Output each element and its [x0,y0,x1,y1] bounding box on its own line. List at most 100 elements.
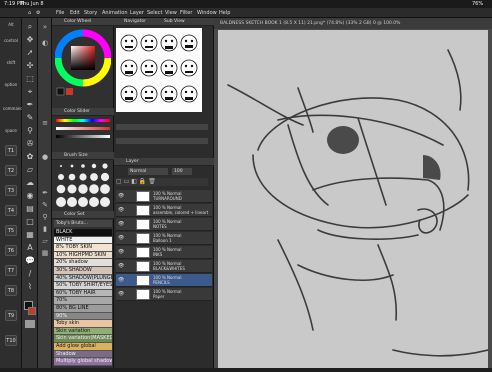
color-set-item[interactable]: 10% HIGHPMD SKIN [54,251,112,260]
layer-row[interactable]: 👁 100 % Normal BLACK&WHITES [116,260,212,273]
color-slider-icon[interactable]: ≡ [40,118,50,128]
layer-row[interactable]: 👁 100 % Normal assemble, colored + linear… [116,204,212,217]
shortcut-t1[interactable]: T1 [5,145,17,156]
layer-row[interactable]: 👁 100 % Normal Balloon 1 [116,232,212,245]
transparent-color-swatch[interactable] [25,320,35,328]
airbrush-icon[interactable]: ✇ [24,138,36,149]
frame-icon[interactable]: ▦ [24,229,36,240]
drawing-canvas[interactable] [218,30,489,368]
menu-home-icon[interactable]: ⌂ [28,10,31,16]
selection-icon[interactable]: ⬚ [24,73,36,84]
option-key[interactable]: option [3,82,19,87]
menu-select[interactable]: Select [147,10,162,16]
color-set-item[interactable]: 80% BG LINE [54,305,112,313]
expand-icon[interactable]: » [40,22,50,32]
visibility-eye-icon[interactable]: 👁 [118,277,124,283]
decoration-icon[interactable]: ✿ [24,151,36,162]
lock-icon[interactable]: 🔒 [139,178,146,185]
new-folder-icon[interactable]: ▭ [124,178,130,185]
menu-help[interactable]: Help [219,10,230,16]
visibility-eye-icon[interactable]: 👁 [118,291,124,297]
layer-row[interactable]: 👁 100 % Normal TURNAROUND [116,190,212,203]
brush-size-grid[interactable] [56,162,112,214]
brush-tool-icon[interactable]: ⚲ [40,212,50,222]
delete-icon[interactable]: 🗑 [148,178,156,185]
color-set-item[interactable]: Add glow global [54,343,112,351]
color-set-item[interactable]: Skin variation [54,327,112,336]
color-set-item[interactable]: 40% SHADOW(PLUNGE) [54,274,112,283]
gradient-icon[interactable]: ▤ [24,203,36,214]
navigator-tab[interactable]: Navigator [124,18,146,26]
visibility-eye-icon[interactable]: 👁 [118,235,124,241]
visibility-eye-icon[interactable]: 👁 [118,207,124,213]
color-wheel[interactable] [55,28,111,98]
brush-icon[interactable]: ⚲ [24,125,36,136]
visibility-eye-icon[interactable]: 👁 [118,193,124,199]
rotate-slider[interactable] [116,138,208,144]
color-wheel-icon[interactable]: ◐ [40,38,50,48]
marker-icon[interactable]: ▮ [40,224,50,234]
shortcut-t3[interactable]: T3 [5,185,17,196]
saturation-slider[interactable] [56,127,110,130]
opacity-field[interactable]: 100 [172,168,192,175]
color-set-item[interactable]: WHITE [54,236,112,245]
color-set-item[interactable]: 70% [54,297,112,305]
pencil-icon[interactable]: ✎ [24,112,36,123]
eraser-tool-icon[interactable]: ▱ [40,236,50,246]
color-set-item[interactable]: BLACK [54,229,112,237]
color-set-item[interactable]: 60% TOBY HAIR [54,289,112,298]
blend-icon[interactable]: ☁ [24,177,36,188]
hue-slider[interactable] [56,119,110,122]
menu-window[interactable]: Window [197,10,217,16]
new-layer-icon[interactable]: ▢ [116,178,122,185]
shortcut-t6[interactable]: T6 [5,245,17,256]
fill-icon[interactable]: ◉ [24,190,36,201]
layer-row[interactable]: 👁 100 % Normal NOTES [116,218,212,231]
shortcut-t7[interactable]: T7 [5,265,17,276]
menu-animation[interactable]: Animation [102,10,128,16]
zoom-icon[interactable]: ⌕ [24,21,36,32]
shortcut-t10[interactable]: T10 [5,335,17,346]
menu-story[interactable]: Story [84,10,97,16]
brush-size-icon[interactable]: ● [40,152,50,162]
visibility-eye-icon[interactable]: 👁 [118,249,124,255]
pen-icon[interactable]: ✒ [24,99,36,110]
shortcut-t2[interactable]: T2 [5,165,17,176]
text-icon[interactable]: A [24,242,36,253]
zoom-slider[interactable] [116,124,208,130]
sub-color-swatch[interactable] [28,307,36,315]
eyedropper-icon[interactable]: ⌖ [24,86,36,97]
color-set-item[interactable]: 20% shadow [54,259,112,267]
menu-file[interactable]: File [56,10,64,16]
eraser-icon[interactable]: ▱ [24,164,36,175]
pen-tool-icon[interactable]: ✒ [40,188,50,198]
shortcut-t5[interactable]: T5 [5,225,17,236]
color-set-item[interactable]: Skin variation(MASKED) c... [54,335,112,343]
visibility-eye-icon[interactable]: 👁 [118,263,124,269]
alt-key[interactable]: Alt [3,22,19,27]
shortcut-t9[interactable]: T9 [5,310,17,321]
color-set-item[interactable]: 30% SHADOW [54,267,112,275]
color-set-item[interactable]: 8% TOBY SKIN [54,244,112,252]
color-set-dropdown[interactable]: Toby's Bruta... [54,220,112,227]
color-set-item[interactable]: Shadow [54,350,112,359]
color-set-item[interactable]: Multiply global shadow [54,358,112,366]
sub-view-tab[interactable]: Sub View [164,18,185,26]
color-set-item[interactable]: Toby skin [54,320,112,328]
blend-mode-select[interactable]: Normal [128,168,168,175]
layer-row[interactable]: 👁 100 % Normal PENCILS [116,274,212,287]
correct-line-icon[interactable]: ⌇ [24,281,36,292]
command-key[interactable]: command [3,106,23,111]
mask-icon[interactable]: ◧ [131,178,137,185]
visibility-eye-icon[interactable]: 👁 [118,221,124,227]
brightness-slider[interactable] [56,135,110,138]
pencil-tool-icon[interactable]: ✎ [40,200,50,210]
layer-row[interactable]: 👁 100 % Normal Paper [116,288,212,301]
move-layer-icon[interactable]: ✣ [24,60,36,71]
move-icon[interactable]: ✥ [24,34,36,45]
menu-settings-icon[interactable]: ⚙ [36,10,40,16]
color-set-item[interactable]: 50% TOBY SHIRT/EYES [54,282,112,290]
ruler-icon[interactable]: / [24,268,36,279]
color-set-icon[interactable]: ▦ [40,248,50,258]
menu-layer[interactable]: Layer [130,10,144,16]
